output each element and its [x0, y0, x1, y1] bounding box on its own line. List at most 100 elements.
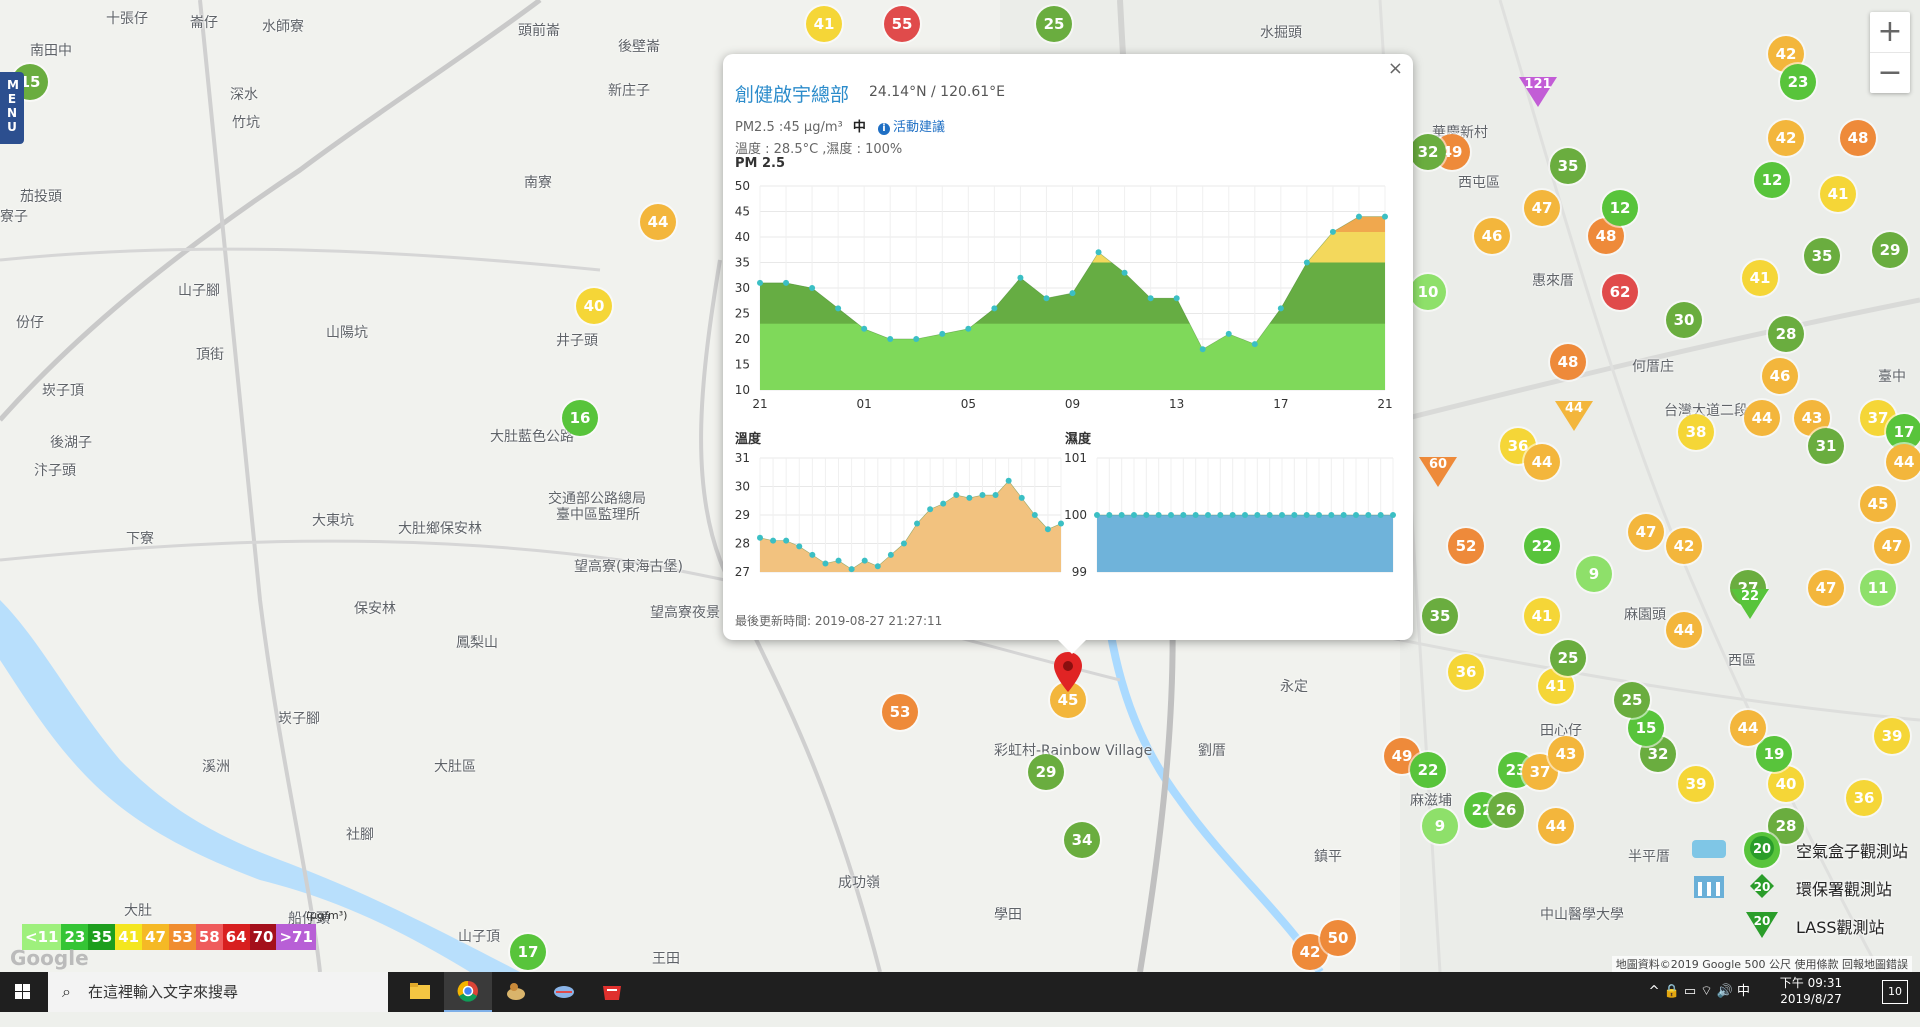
- airbox-marker[interactable]: 25: [1550, 640, 1586, 676]
- airbox-marker[interactable]: 25: [1036, 6, 1072, 42]
- data-point: [1316, 512, 1322, 518]
- zoom-out-button[interactable]: −: [1870, 52, 1910, 93]
- airbox-marker[interactable]: 22: [1524, 528, 1560, 564]
- selected-location-pin-icon[interactable]: [1054, 652, 1082, 692]
- zoom-in-button[interactable]: +: [1870, 12, 1910, 52]
- menu-button[interactable]: MENU: [0, 72, 24, 144]
- data-point: [1095, 249, 1102, 256]
- airbox-marker[interactable]: 41: [1820, 176, 1856, 212]
- airbox-marker[interactable]: 44: [1666, 612, 1702, 648]
- station-type-row[interactable]: 20 空氣盒子觀測站: [1688, 830, 1918, 868]
- x-tick-label: 21: [1377, 397, 1392, 411]
- airbox-marker[interactable]: 44: [1524, 444, 1560, 480]
- data-point: [1058, 520, 1064, 527]
- start-button[interactable]: [0, 972, 46, 1012]
- airbox-marker[interactable]: 10: [1410, 274, 1446, 310]
- airbox-marker[interactable]: 48: [1550, 344, 1586, 380]
- airbox-marker[interactable]: 44: [1886, 444, 1920, 480]
- airbox-marker[interactable]: 34: [1064, 822, 1100, 858]
- station-info-popup: × 創健啟宇總部 24.14°N / 120.61°E PM2.5 :45 μg…: [723, 54, 1413, 654]
- legend-swatch: 35: [88, 924, 116, 950]
- airbox-marker[interactable]: 31: [1808, 428, 1844, 464]
- airbox-marker[interactable]: 32: [1410, 134, 1446, 170]
- airbox-marker[interactable]: 41: [1524, 598, 1560, 634]
- tray-icons[interactable]: ^ 🔒 ▭ ⌔ 🔊 中: [1649, 972, 1750, 1012]
- airbox-marker[interactable]: 50: [1320, 920, 1356, 956]
- airbox-marker[interactable]: 9: [1576, 556, 1612, 592]
- airbox-marker[interactable]: 35: [1422, 598, 1458, 634]
- airbox-marker[interactable]: 47: [1628, 514, 1664, 550]
- airbox-marker[interactable]: 22: [1410, 752, 1446, 788]
- lass-marker[interactable]: 44: [1555, 401, 1593, 431]
- airbox-marker[interactable]: 44: [1538, 808, 1574, 844]
- taskbar-clock[interactable]: 下午 09:31 2019/8/27: [1766, 975, 1856, 1007]
- airbox-marker[interactable]: 9: [1422, 808, 1458, 844]
- airbox-marker[interactable]: 29: [1872, 232, 1908, 268]
- place-label: 南寮: [524, 175, 552, 191]
- airbox-marker[interactable]: 28: [1768, 316, 1804, 352]
- airbox-marker[interactable]: 44: [1744, 400, 1780, 436]
- airbox-marker[interactable]: 45: [1860, 486, 1896, 522]
- zoom-controls: + −: [1870, 12, 1910, 93]
- app-button-3[interactable]: [492, 972, 540, 1012]
- airbox-marker[interactable]: 30: [1666, 302, 1702, 338]
- airbox-marker[interactable]: 38: [1678, 414, 1714, 450]
- map-canvas[interactable]: 南田中 十張仔 崙仔 水師寮 頭前崙 後壁崙 新庄子 深水 竹坑 茄投頭 寮子 南寮 山子腳 份仔 山陽坑井…: [0, 0, 1920, 972]
- airbox-marker[interactable]: 55: [884, 6, 920, 42]
- airbox-marker[interactable]: 62: [1602, 274, 1638, 310]
- map-attribution[interactable]: 地圖資料©2019 Google 500 公尺 使用條款 回報地圖錯誤: [1611, 956, 1912, 972]
- airbox-marker[interactable]: 39: [1874, 718, 1910, 754]
- notification-center-button[interactable]: 10: [1882, 980, 1908, 1004]
- place-label: 新庄子: [608, 83, 650, 99]
- place-label: 水師寮: [262, 19, 304, 35]
- file-explorer-app-button[interactable]: [396, 972, 444, 1012]
- lass-marker[interactable]: 60: [1419, 457, 1457, 487]
- airbox-marker[interactable]: 16: [562, 400, 598, 436]
- airbox-marker[interactable]: 35: [1550, 148, 1586, 184]
- station-type-row[interactable]: 20 LASS觀測站: [1688, 906, 1918, 944]
- place-label: 麻滋埔: [1410, 793, 1452, 809]
- data-point: [757, 279, 763, 286]
- airbox-marker[interactable]: 17: [510, 934, 546, 970]
- airbox-marker[interactable]: 19: [1756, 736, 1792, 772]
- lass-marker[interactable]: 22: [1731, 589, 1769, 619]
- search-placeholder: 在這裡輸入文字來搜尋: [88, 983, 239, 1001]
- chrome-app-button[interactable]: [444, 972, 492, 1012]
- airbox-marker[interactable]: 41: [806, 6, 842, 42]
- data-point: [1390, 512, 1396, 518]
- airbox-marker[interactable]: 42: [1666, 528, 1702, 564]
- airbox-marker[interactable]: 11: [1860, 570, 1896, 606]
- airbox-marker[interactable]: 42: [1768, 120, 1804, 156]
- airbox-marker[interactable]: 12: [1754, 162, 1790, 198]
- folder-icon: [410, 983, 430, 999]
- airbox-marker[interactable]: 25: [1614, 682, 1650, 718]
- airbox-marker[interactable]: 35: [1804, 238, 1840, 274]
- app-button-4[interactable]: [540, 972, 588, 1012]
- airbox-marker[interactable]: 44: [1730, 710, 1766, 746]
- airbox-marker[interactable]: 36: [1448, 654, 1484, 690]
- airbox-marker[interactable]: 43: [1548, 736, 1584, 772]
- airbox-marker[interactable]: 48: [1840, 120, 1876, 156]
- airbox-marker[interactable]: 36: [1846, 780, 1882, 816]
- airbox-marker[interactable]: 47: [1874, 528, 1910, 564]
- airbox-marker[interactable]: 40: [576, 288, 612, 324]
- place-label: 臺中區監理所: [556, 507, 640, 523]
- airbox-marker[interactable]: 41: [1742, 260, 1778, 296]
- app-button-5[interactable]: [588, 972, 636, 1012]
- airbox-marker[interactable]: 23: [1780, 64, 1816, 100]
- airbox-marker[interactable]: 39: [1678, 766, 1714, 802]
- airbox-marker[interactable]: 52: [1448, 528, 1484, 564]
- airbox-marker[interactable]: 47: [1808, 570, 1844, 606]
- airbox-marker[interactable]: 26: [1488, 792, 1524, 828]
- lass-marker[interactable]: 121: [1519, 77, 1557, 107]
- airbox-marker[interactable]: 29: [1028, 754, 1064, 790]
- airbox-marker[interactable]: 12: [1602, 190, 1638, 226]
- airbox-marker[interactable]: 44: [640, 204, 676, 240]
- data-point: [966, 494, 973, 501]
- airbox-marker[interactable]: 46: [1762, 358, 1798, 394]
- airbox-marker[interactable]: 46: [1474, 218, 1510, 254]
- airbox-marker[interactable]: 53: [882, 694, 918, 730]
- station-type-row[interactable]: 20 環保署觀測站: [1688, 868, 1918, 906]
- airbox-marker[interactable]: 47: [1524, 190, 1560, 226]
- taskbar-search-box[interactable]: ⌕ 在這裡輸入文字來搜尋: [48, 972, 388, 1012]
